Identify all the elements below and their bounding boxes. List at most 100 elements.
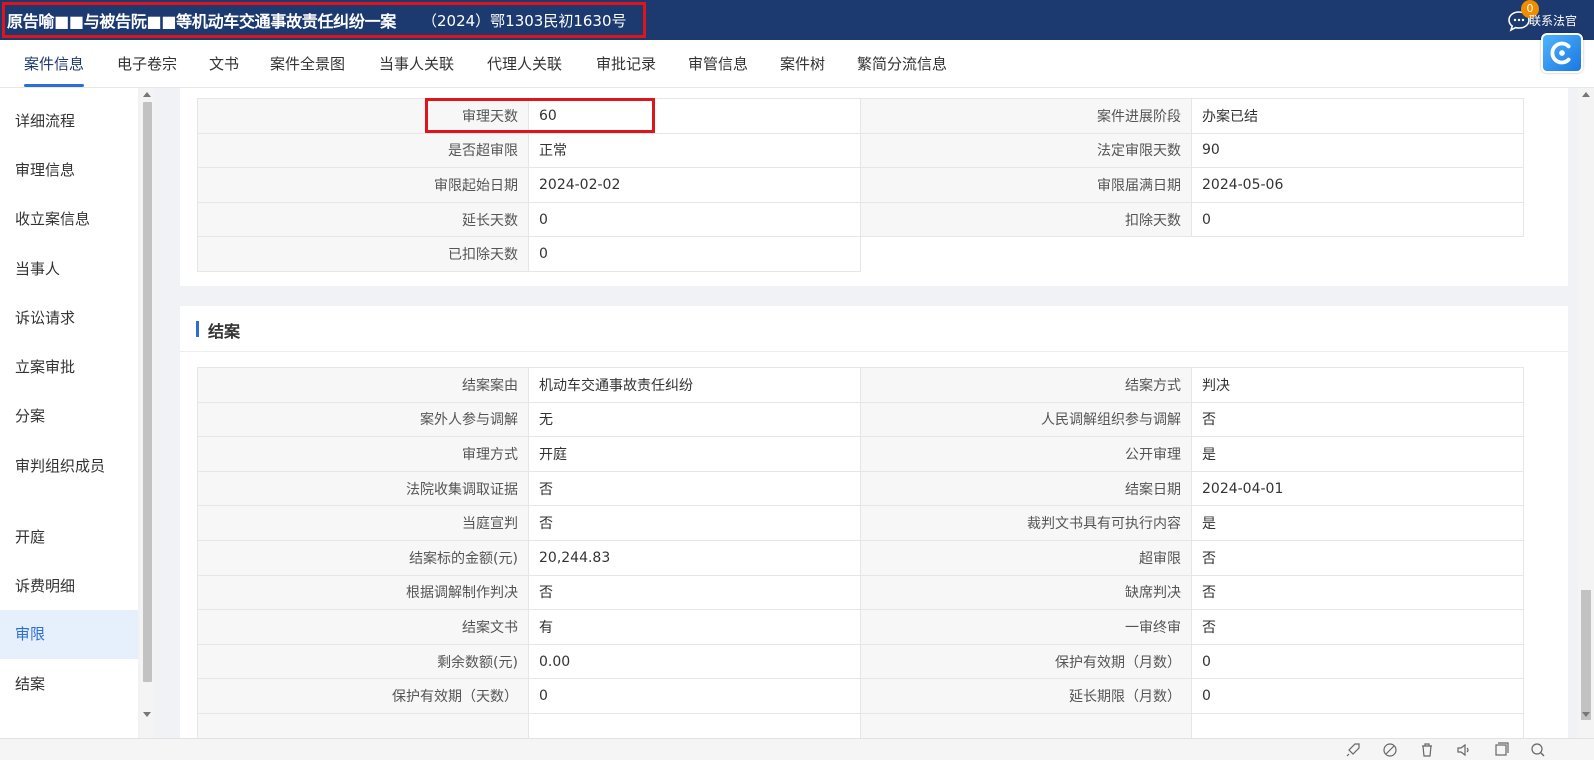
sidebar-item-case-assignment[interactable]: 分案 [0,405,138,427]
field-label: 结案日期 [860,470,1192,507]
scroll-down-icon[interactable] [143,712,151,717]
sidebar-item-time-limit[interactable]: 审限 [0,610,138,659]
field-value: 2024-02-02 [528,167,861,203]
tab-party-relation[interactable]: 当事人关联 [379,40,454,88]
field-label: 一审终审 [860,609,1192,645]
logo-c-icon [1550,41,1571,65]
table-row [197,712,1524,738]
sidebar-item-filing-info[interactable]: 收立案信息 [0,208,138,230]
field-label: 延长天数 [197,201,529,238]
table-row: 审理方式 开庭 公开审理 是 [197,436,1524,472]
tab-documents[interactable]: 文书 [209,40,239,88]
field-label: 审理天数 [197,98,529,134]
table-row: 法院收集调取证据 否 结案日期 2024-04-01 [197,470,1524,507]
field-value: 否 [1191,574,1524,611]
field-value: 办案已结 [1191,98,1524,134]
table-row: 当庭宣判 否 裁判文书具有可执行内容 是 [197,505,1524,541]
field-label: 人民调解组织参与调解 [860,401,1192,438]
field-label: 公开审理 [860,436,1192,472]
field-value: 否 [528,470,861,507]
field-label: 已扣除天数 [197,236,529,272]
main-scrollbar[interactable] [1578,88,1594,738]
table-row: 审理天数 60 案件进展阶段 办案已结 [197,98,1524,134]
contact-judge-label: 联系法官 [1529,14,1578,28]
field-value: 否 [1191,401,1524,438]
field-value: 开庭 [528,436,861,472]
field-value: 否 [1191,539,1524,576]
field-value: 2024-04-01 [1191,470,1524,507]
table-row: 根据调解制作判决 否 缺席判决 否 [197,574,1524,611]
field-label: 法院收集调取证据 [197,470,529,507]
sidebar-item-closing[interactable]: 结案 [0,673,138,695]
empty-cell [861,237,1192,272]
contact-judge-button[interactable]: 0 联系法官 [1505,0,1591,34]
volume-icon[interactable] [1456,742,1472,758]
tab-management-info[interactable]: 审管信息 [688,40,748,88]
tab-case-info[interactable]: 案件信息 [24,40,85,88]
sidebar-item-filing-approval[interactable]: 立案审批 [0,356,138,378]
case-title: 原告喻■■与被告阮■■等机动车交通事故责任纠纷一案 [7,12,396,31]
table-row: 剩余数额(元) 0.00 保护有效期（月数） 0 [197,643,1524,680]
field-label: 超审限 [860,539,1192,576]
table-row: 结案标的金额(元) 20,244.83 超审限 否 [197,539,1524,576]
sidebar-scroll-thumb[interactable] [143,102,152,682]
field-value: 否 [1191,609,1524,645]
bottom-toolbar [0,738,1594,760]
tab-approval-records[interactable]: 审批记录 [596,40,656,88]
search-icon[interactable] [1530,742,1546,758]
closing-panel: 结案 结案案由 机动车交通事故责任纠纷 结案方式 判决 案外人参与调解 无 人民… [180,306,1568,738]
sidebar-item-fee-detail[interactable]: 诉费明细 [0,575,138,597]
field-label: 当庭宣判 [197,505,529,541]
sidebar-item-claims[interactable]: 诉讼请求 [0,307,138,329]
sidebar-scrollbar[interactable] [140,88,154,738]
no-disturb-icon[interactable] [1382,742,1398,758]
field-label: 案件进展阶段 [860,98,1192,134]
sidebar-item-hearing[interactable]: 开庭 [0,526,138,548]
tab-electronic-file[interactable]: 电子卷宗 [117,40,177,88]
tab-diversion-info[interactable]: 繁简分流信息 [857,40,947,88]
section-accent-bar [196,321,199,337]
field-value: 60 [528,98,861,134]
table-row: 审限起始日期 2024-02-02 审限届满日期 2024-05-06 [197,167,1524,203]
table-row: 是否超审限 正常 法定审限天数 90 [197,132,1524,169]
field-value: 20,244.83 [528,539,861,576]
sidebar-item-trial-members[interactable]: 审判组织成员 [0,455,110,477]
table-row: 已扣除天数 0 [197,236,1524,272]
table-row: 结案文书 有 一审终审 否 [197,609,1524,645]
field-label: 保护有效期（天数） [197,678,529,714]
field-value: 0 [1191,201,1524,238]
window-icon[interactable] [1493,742,1509,758]
tab-case-tree[interactable]: 案件树 [780,40,825,88]
scroll-up-icon[interactable] [143,92,151,97]
field-label: 结案案由 [197,367,529,403]
scroll-down-icon[interactable] [1582,712,1590,717]
field-label: 法定审限天数 [860,132,1192,169]
main-scroll-thumb[interactable] [1581,590,1591,720]
field-label: 结案标的金额(元) [197,539,529,576]
sidebar-item-parties[interactable]: 当事人 [0,258,138,280]
field-label: 案外人参与调解 [197,401,529,438]
tab-case-panorama[interactable]: 案件全景图 [270,40,345,88]
table-row: 延长天数 0 扣除天数 0 [197,201,1524,238]
time-limit-panel: 审理天数 60 案件进展阶段 办案已结 是否超审限 正常 法定审限天数 90 审… [180,88,1568,286]
field-value: 否 [528,505,861,541]
field-label: 审限起始日期 [197,167,529,203]
scroll-up-icon[interactable] [1582,92,1590,97]
case-title-highlight: 原告喻■■与被告阮■■等机动车交通事故责任纠纷一案 （2024）鄂1303民初1… [2,2,646,38]
tab-agent-relation[interactable]: 代理人关联 [487,40,562,88]
rocket-icon[interactable] [1345,742,1361,758]
field-label [197,712,529,738]
closing-section-header: 结案 [180,306,1568,352]
case-number: （2024）鄂1303民初1630号 [421,11,627,30]
app-header: 原告喻■■与被告阮■■等机动车交通事故责任纠纷一案 （2024）鄂1303民初1… [0,0,1594,40]
sidebar-item-trial-info[interactable]: 审理信息 [0,159,138,181]
app-logo-icon[interactable] [1541,33,1583,73]
trash-icon[interactable] [1419,742,1435,758]
closing-section-title: 结案 [208,322,241,341]
field-label: 裁判文书具有可执行内容 [860,505,1192,541]
field-label: 扣除天数 [860,201,1192,238]
field-value: 0 [528,236,861,272]
closing-table: 结案案由 机动车交通事故责任纠纷 结案方式 判决 案外人参与调解 无 人民调解组… [197,367,1524,738]
field-label: 是否超审限 [197,132,529,169]
sidebar-item-detail-flow[interactable]: 详细流程 [0,110,138,132]
